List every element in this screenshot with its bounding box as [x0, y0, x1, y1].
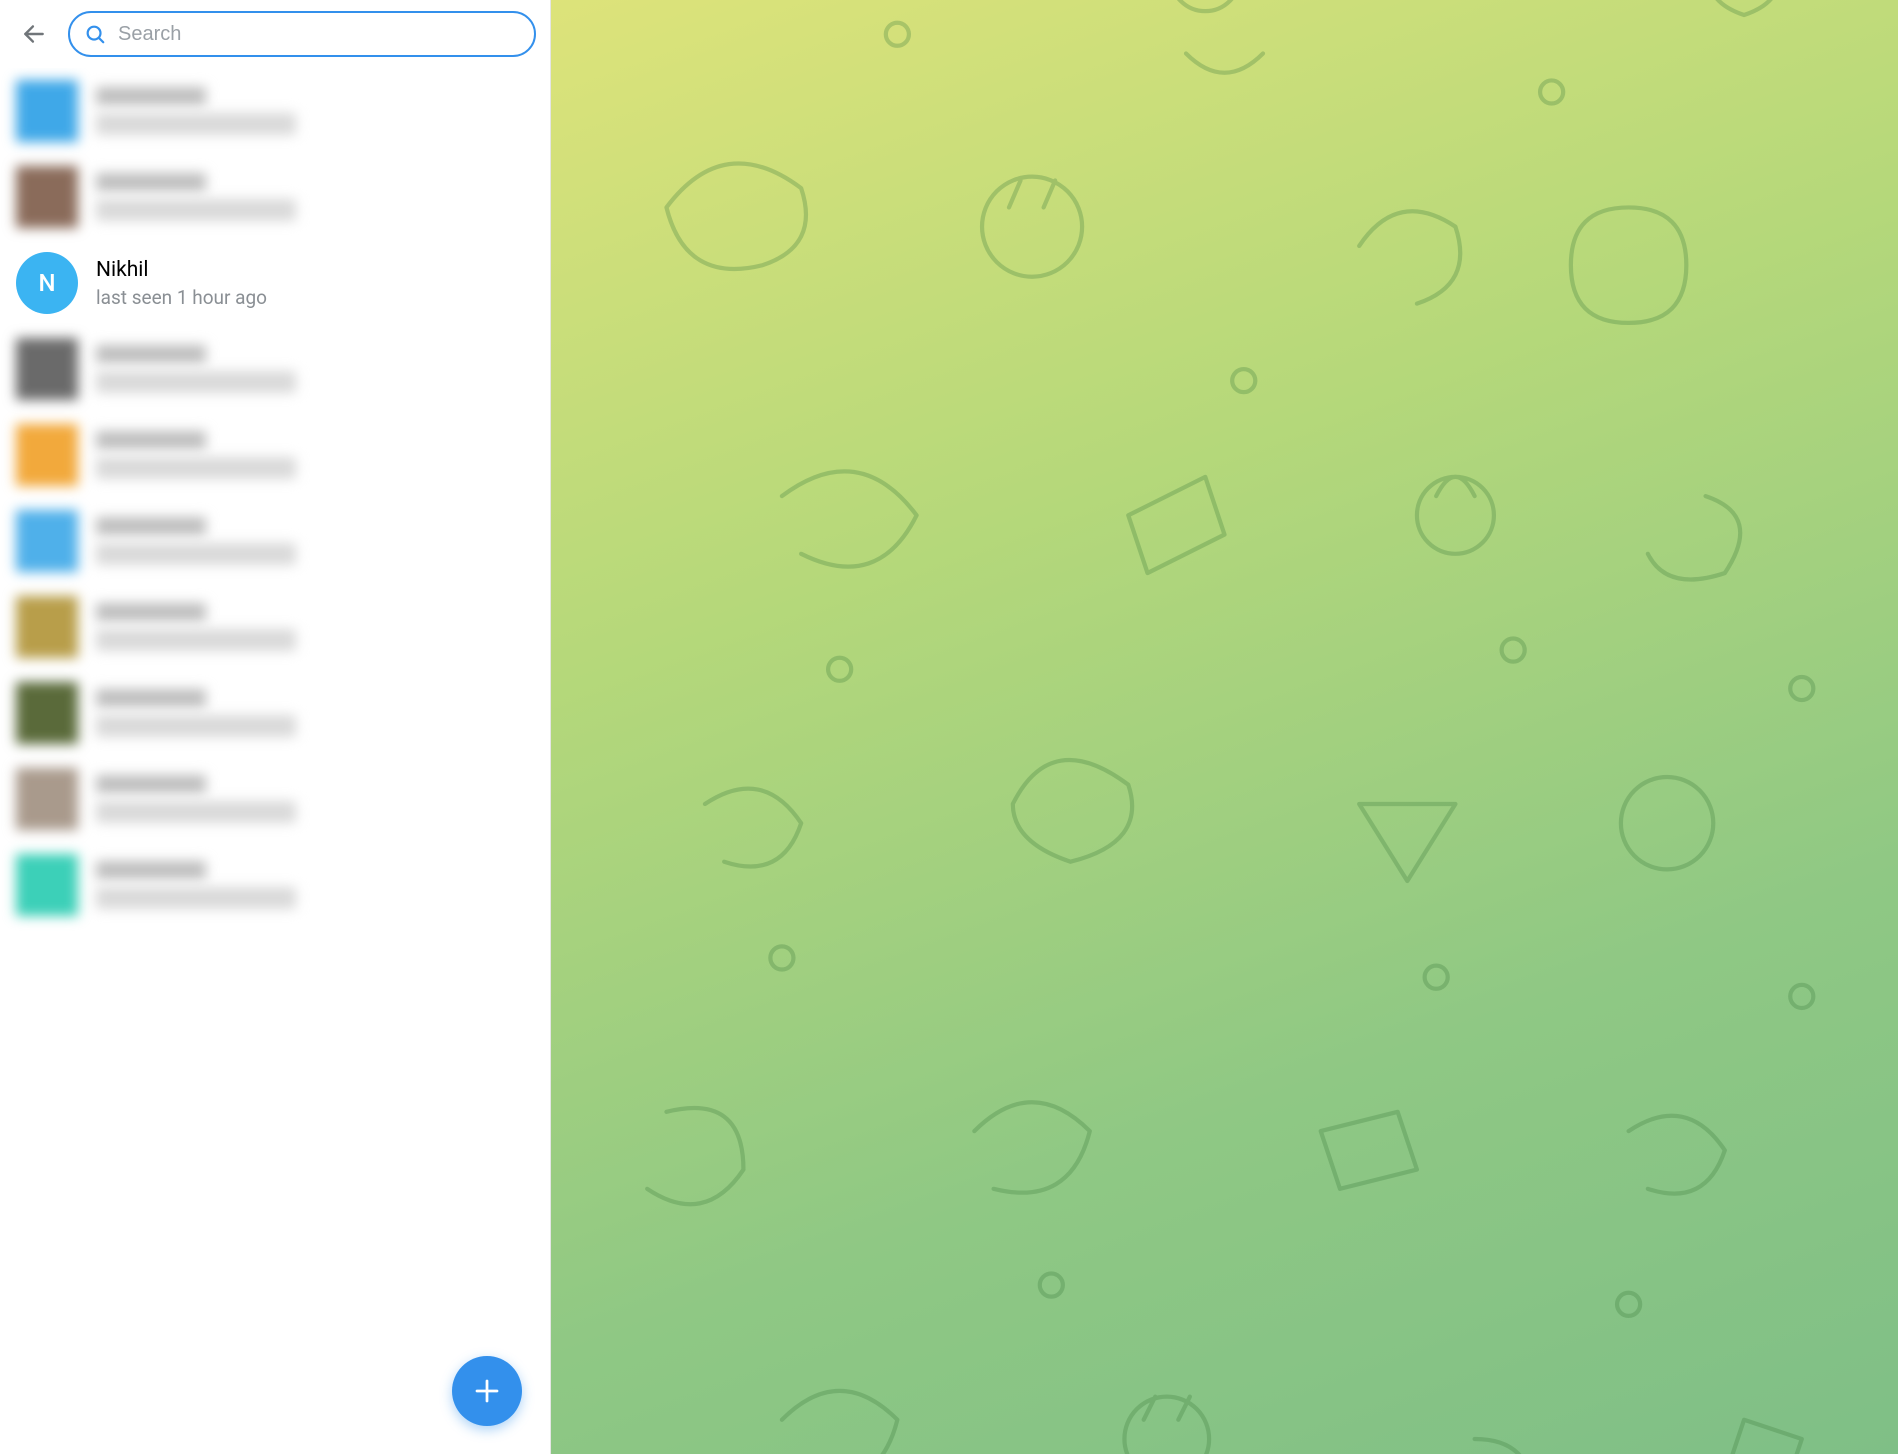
chat-list-item-blurred[interactable] — [0, 326, 550, 412]
chat-list-item-blurred[interactable] — [0, 68, 550, 154]
search-header — [0, 0, 550, 68]
chat-list-item-blurred[interactable] — [0, 154, 550, 240]
search-icon — [84, 23, 106, 45]
avatar-blurred — [16, 424, 78, 486]
chat-item-texts-blurred — [96, 345, 534, 393]
chat-list-item[interactable]: N Nikhil last seen 1 hour ago — [0, 240, 550, 326]
chat-item-texts-blurred — [96, 861, 534, 909]
chat-list-item-blurred[interactable] — [0, 756, 550, 842]
chat-item-texts-blurred — [96, 775, 534, 823]
chat-list-item-blurred[interactable] — [0, 498, 550, 584]
chat-item-texts-blurred — [96, 87, 534, 135]
avatar-blurred — [16, 854, 78, 916]
avatar-blurred — [16, 510, 78, 572]
chat-item-texts: Nikhil last seen 1 hour ago — [96, 258, 534, 309]
arrow-left-icon — [21, 21, 47, 47]
chat-list-panel: N Nikhil last seen 1 hour ago — [0, 0, 551, 1454]
search-field-wrap[interactable] — [68, 11, 536, 57]
chat-item-texts-blurred — [96, 603, 534, 651]
back-button[interactable] — [10, 10, 58, 58]
chat-list-item-blurred[interactable] — [0, 670, 550, 756]
chat-item-texts-blurred — [96, 431, 534, 479]
avatar-blurred — [16, 596, 78, 658]
background-pattern — [551, 0, 1898, 1454]
contact-status: last seen 1 hour ago — [96, 286, 534, 309]
chat-item-texts-blurred — [96, 173, 534, 221]
avatar: N — [16, 252, 78, 314]
avatar-blurred — [16, 682, 78, 744]
new-message-fab[interactable] — [452, 1356, 522, 1426]
plus-icon — [472, 1376, 502, 1406]
chat-background — [551, 0, 1898, 1454]
avatar-blurred — [16, 768, 78, 830]
contact-name: Nikhil — [96, 258, 534, 282]
chat-item-texts-blurred — [96, 517, 534, 565]
avatar-blurred — [16, 338, 78, 400]
avatar-initial: N — [38, 269, 55, 297]
search-input[interactable] — [118, 23, 520, 46]
avatar-blurred — [16, 166, 78, 228]
chat-item-texts-blurred — [96, 689, 534, 737]
chat-list-item-blurred[interactable] — [0, 842, 550, 928]
chat-list[interactable]: N Nikhil last seen 1 hour ago — [0, 68, 550, 1454]
chat-list-item-blurred[interactable] — [0, 584, 550, 670]
avatar-blurred — [16, 80, 78, 142]
chat-list-item-blurred[interactable] — [0, 412, 550, 498]
